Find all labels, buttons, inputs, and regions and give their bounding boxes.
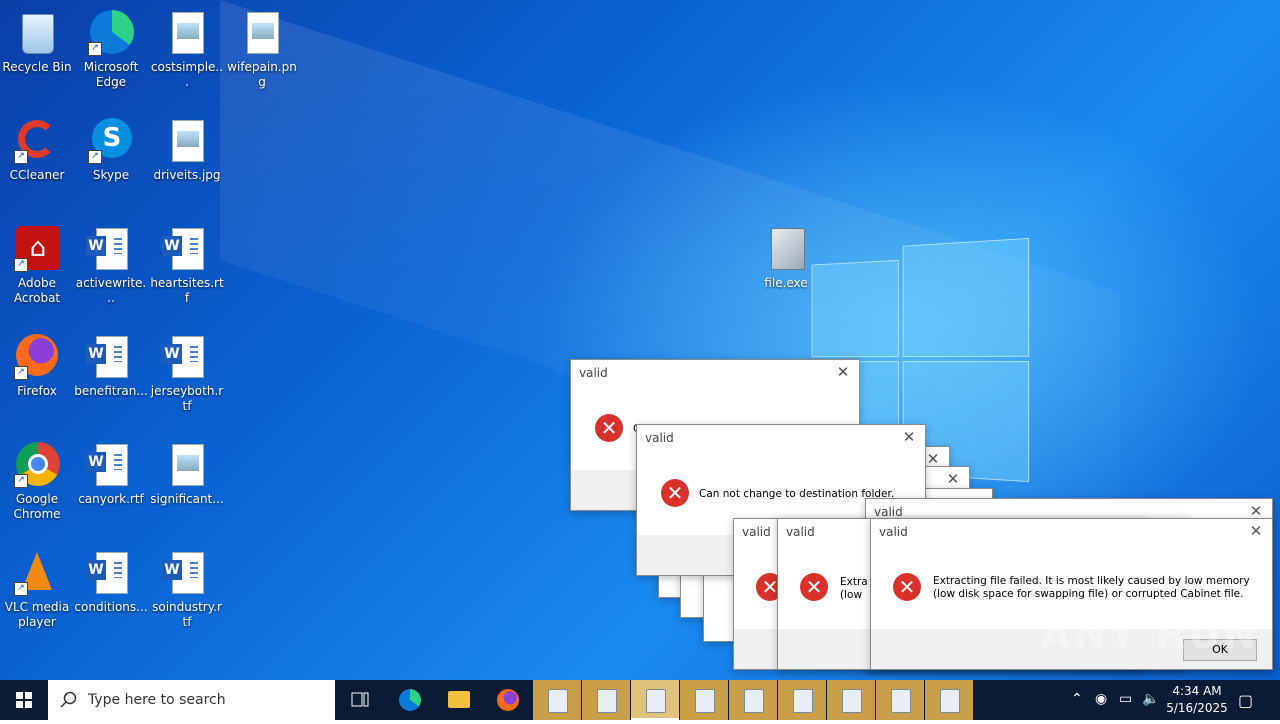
desktop-icon-edge[interactable]: ↗ Microsoft Edge <box>74 4 148 90</box>
error-icon: ✕ <box>595 414 623 442</box>
dialog-message: Extracting file failed. It is most likel… <box>933 575 1250 600</box>
dialog-title: valid <box>874 505 903 519</box>
image-file-icon <box>239 10 285 56</box>
desktop-icon-firefox[interactable]: ↗ Firefox <box>0 328 74 399</box>
desktop-icon-activewrite[interactable]: W activewrite... <box>74 220 148 306</box>
notification-icon[interactable]: ▢ <box>1238 691 1253 710</box>
error-icon: ✕ <box>800 573 828 601</box>
windows-icon <box>16 692 32 708</box>
desktop-icon-conditions[interactable]: W conditions... <box>74 544 148 615</box>
desktop-icon-significant[interactable]: significant... <box>150 436 224 507</box>
desktop: Recycle Bin ↗ CCleaner ⌂ ↗ Adobe Acrobat… <box>0 0 1280 680</box>
installer-icon <box>695 689 715 713</box>
search-placeholder: Type here to search <box>88 692 226 708</box>
search-box[interactable]: Type here to search <box>48 680 335 720</box>
taskbar-firefox[interactable] <box>484 680 532 720</box>
taskbar-file-explorer[interactable] <box>435 680 483 720</box>
word-doc-icon: W <box>162 550 210 596</box>
firefox-icon: ↗ <box>14 334 60 380</box>
taskbar-app-installer[interactable] <box>582 680 630 720</box>
taskbar-app-installer[interactable] <box>876 680 924 720</box>
close-icon[interactable]: ✕ <box>1246 521 1266 541</box>
desktop-icon-adobe-acrobat[interactable]: ⌂ ↗ Adobe Acrobat <box>0 220 74 306</box>
start-button[interactable] <box>0 680 48 720</box>
chevron-up-icon[interactable]: ⌃ <box>1071 691 1083 707</box>
folder-icon <box>448 691 470 708</box>
installer-icon <box>891 689 911 713</box>
error-icon: ✕ <box>661 479 689 507</box>
installer-icon <box>597 689 617 713</box>
image-file-icon <box>164 10 210 56</box>
desktop-icon-vlc[interactable]: ↗ VLC media player <box>0 544 74 630</box>
clock[interactable]: 4:34 AM 5/16/2025 <box>1160 683 1234 717</box>
dialog-message-line1: Extra <box>840 576 868 588</box>
task-view-icon <box>351 692 369 707</box>
firefox-icon <box>497 689 519 711</box>
installer-icon <box>646 689 666 713</box>
installer-icon <box>940 689 960 713</box>
taskbar-app-installer[interactable] <box>827 680 875 720</box>
task-view-button[interactable] <box>336 680 384 720</box>
vlc-icon: ↗ <box>14 550 60 596</box>
dialog-title: valid <box>579 366 608 380</box>
word-doc-icon: W <box>162 334 210 380</box>
dialog-title: valid <box>879 525 908 539</box>
recycle-bin-icon <box>14 10 60 56</box>
word-doc-icon: W <box>86 550 134 596</box>
installer-icon <box>793 689 813 713</box>
acrobat-icon: ⌂ ↗ <box>14 226 60 272</box>
close-icon[interactable]: ✕ <box>833 362 853 382</box>
desktop-icon-driveits[interactable]: driveits.jpg <box>150 112 224 183</box>
taskbar-edge[interactable] <box>386 680 434 720</box>
close-icon[interactable]: ✕ <box>943 469 963 489</box>
desktop-icon-file-exe[interactable]: file.exe <box>749 220 823 291</box>
taskbar: Type here to search ⌃ ◉ ▭ 🔈 4:34 AM 5/16… <box>0 680 1280 720</box>
image-file-icon <box>164 442 210 488</box>
desktop-icon-benefitran[interactable]: W benefitran... <box>74 328 148 399</box>
ccleaner-icon: ↗ <box>14 118 60 164</box>
taskbar-app-installer[interactable] <box>729 680 777 720</box>
error-icon: ✕ <box>893 573 921 601</box>
dialog-title: valid <box>786 525 815 539</box>
desktop-icon-google-chrome[interactable]: ↗ Google Chrome <box>0 436 74 522</box>
word-doc-icon: W <box>86 442 134 488</box>
desktop-icon-soindustry[interactable]: W soindustry.rtf <box>150 544 224 630</box>
dialog-message-line2: (low <box>840 589 863 601</box>
desktop-icon-skype[interactable]: S ↗ Skype <box>74 112 148 183</box>
image-file-icon <box>164 118 210 164</box>
anyrun-watermark: ANY RUN <box>1040 612 1259 658</box>
desktop-icon-heartsites[interactable]: W heartsites.rtf <box>150 220 224 306</box>
installer-icon <box>842 689 862 713</box>
word-doc-icon: W <box>162 226 210 272</box>
edge-icon: ↗ <box>88 10 134 56</box>
clock-time: 4:34 AM <box>1172 684 1222 698</box>
skype-icon: S ↗ <box>88 118 134 164</box>
desktop-icon-costsimple[interactable]: costsimple... <box>150 4 224 90</box>
search-icon <box>60 691 77 708</box>
installer-icon <box>744 689 764 713</box>
volume-icon[interactable]: 🔈 <box>1142 691 1159 707</box>
dialog-title: valid <box>645 431 674 445</box>
desktop-icon-recycle-bin[interactable]: Recycle Bin <box>0 4 74 75</box>
taskbar-app-installer[interactable] <box>680 680 728 720</box>
desktop-icon-ccleaner[interactable]: ↗ CCleaner <box>0 112 74 183</box>
taskbar-app-installer[interactable] <box>778 680 826 720</box>
dialog-title: valid <box>742 525 771 539</box>
desktop-icon-canyork[interactable]: W canyork.rtf <box>74 436 148 507</box>
desktop-icon-jerseyboth[interactable]: W jerseyboth.rtf <box>150 328 224 414</box>
word-doc-icon: W <box>86 334 134 380</box>
close-icon[interactable]: ✕ <box>899 427 919 447</box>
meet-now-icon[interactable]: ◉ <box>1095 691 1107 707</box>
taskbar-app-installer-active[interactable] <box>631 680 679 720</box>
network-icon[interactable]: ▭ <box>1119 691 1132 707</box>
taskbar-app-installer[interactable] <box>925 680 973 720</box>
installer-icon <box>763 226 809 272</box>
word-doc-icon: W <box>86 226 134 272</box>
edge-icon <box>399 689 421 711</box>
chrome-icon: ↗ <box>14 442 60 488</box>
desktop-icon-wifepain[interactable]: wifepain.png <box>225 4 299 90</box>
taskbar-app-installer[interactable] <box>533 680 581 720</box>
clock-date: 5/16/2025 <box>1166 701 1228 715</box>
installer-icon <box>548 689 568 713</box>
